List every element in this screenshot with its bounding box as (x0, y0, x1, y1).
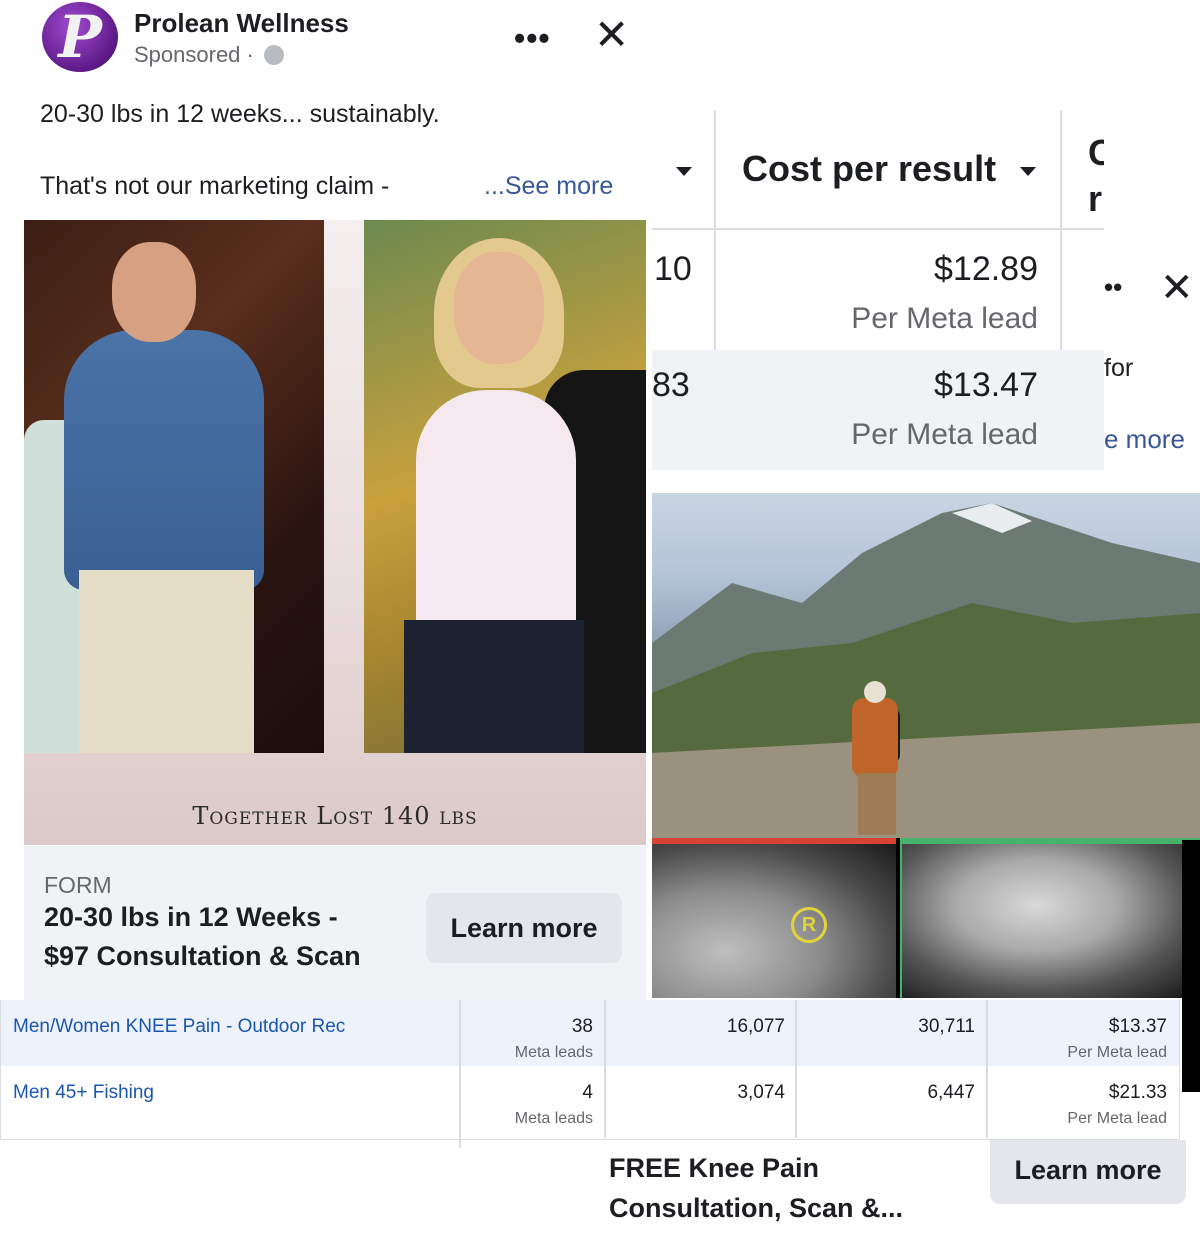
column-divider (986, 1000, 988, 1138)
photo-person (416, 390, 576, 650)
ad-sets-table: Men/Women KNEE Pain - Outdoor Rec 38 Met… (0, 1000, 1180, 1148)
after-photo (364, 220, 646, 753)
learn-more-button[interactable]: Learn more (426, 893, 622, 963)
sort-caret-icon[interactable] (1020, 167, 1036, 176)
ad-set-name-link[interactable]: Men 45+ Fishing (13, 1082, 154, 1104)
ad-set-name-link[interactable]: Men/Women KNEE Pain - Outdoor Rec (13, 1016, 345, 1038)
image-caption: Together Lost 140 lbs (192, 802, 478, 830)
cta-headline-line-1: FREE Knee Pain (609, 1153, 820, 1183)
column-divider (459, 1000, 461, 1148)
impressions-value: 30,711 (918, 1016, 975, 1037)
ad-body-fragment: for (1104, 354, 1134, 382)
results-unit: Meta leads (514, 1110, 593, 1127)
photo-person (404, 620, 584, 753)
cta-headline-line-2: $97 Consultation & Scan (44, 941, 361, 971)
photo-person (79, 570, 254, 753)
result-count-fragment: 10 (654, 250, 692, 288)
reach-value: 16,077 (726, 1016, 785, 1037)
ad-cta-bar: FORM 20-30 lbs in 12 Weeks - $97 Consult… (24, 846, 646, 1000)
cta-type-label: FORM (44, 872, 112, 898)
hiker (858, 773, 896, 835)
sponsored-label: Sponsored · (134, 42, 254, 67)
before-photo (24, 220, 324, 753)
photo-person (454, 252, 544, 364)
see-more-link[interactable]: ...See more (484, 172, 613, 201)
cost-unit: Per Meta lead (851, 418, 1038, 451)
cost-value: $12.89 (934, 250, 1038, 288)
page-name[interactable]: Prolean Wellness (134, 8, 349, 39)
mountain-hiker-image[interactable] (652, 493, 1200, 838)
partial-column-header: C (1088, 132, 1104, 173)
results-value: 4 (582, 1082, 593, 1103)
cost-per-result-table: Cost per result C r 10 $12.89 Per Meta l… (652, 110, 1104, 493)
table-row[interactable]: Men/Women KNEE Pain - Outdoor Rec 38 Met… (1, 1000, 1179, 1066)
impressions-value: 6,447 (927, 1082, 975, 1103)
page-avatar-letter: P (58, 3, 102, 71)
ad-image[interactable]: Together Lost 140 lbs (24, 220, 646, 845)
knee-ad-header-partial: •• ✕ for e more (1104, 244, 1200, 494)
ad-body-line-2: That's not our marketing claim - (40, 172, 390, 200)
partial-column-header: r (1088, 178, 1103, 219)
column-divider (604, 1000, 606, 1138)
table-row[interactable]: Men 45+ Fishing 4 Meta leads 3,074 6,447… (1, 1066, 1179, 1138)
table-row: 83 $13.47 Per Meta lead (652, 350, 1104, 470)
knee-xray-image[interactable]: R (652, 838, 1200, 998)
xray-after (900, 838, 1200, 998)
results-value: 38 (571, 1016, 593, 1037)
sort-caret-icon[interactable] (676, 167, 692, 176)
learn-more-button[interactable]: Learn more (990, 1140, 1186, 1204)
see-more-link[interactable]: e more (1104, 424, 1185, 455)
cta-headline-line-2: Consultation, Scan &... (609, 1193, 904, 1223)
image-edge (1182, 840, 1200, 1092)
ad-body-line-1: 20-30 lbs in 12 weeks... sustainably. (40, 100, 440, 128)
cost-per-result-unit: Per Meta lead (1067, 1044, 1167, 1061)
cost-per-result-value: $21.33 (1108, 1082, 1167, 1103)
mountain-landscape (652, 503, 1200, 838)
prolean-ad-card: P Prolean Wellness Sponsored · ••• ✕ 20-… (0, 0, 650, 1000)
more-options-icon[interactable]: •• (1104, 272, 1122, 303)
cost-value: $13.47 (934, 366, 1038, 404)
cost-per-result-unit: Per Meta lead (1067, 1110, 1167, 1127)
hiker (852, 698, 898, 778)
r-marker-icon: R (791, 907, 827, 943)
column-header-cost-per-result[interactable]: Cost per result (742, 148, 996, 190)
table-row: 10 $12.89 Per Meta lead (652, 232, 1104, 350)
table-header-row: Cost per result C r (652, 110, 1104, 230)
photo-person (64, 330, 264, 590)
globe-icon (264, 45, 284, 65)
photo-person (112, 242, 196, 342)
results-unit: Meta leads (514, 1044, 593, 1061)
reach-value: 3,074 (737, 1082, 785, 1103)
more-options-icon[interactable]: ••• (514, 20, 551, 57)
hiker (864, 681, 886, 703)
close-icon[interactable]: ✕ (594, 14, 629, 56)
cost-per-result-value: $13.37 (1108, 1016, 1167, 1037)
cost-unit: Per Meta lead (851, 302, 1038, 335)
cta-headline-line-1: 20-30 lbs in 12 Weeks - (44, 902, 338, 932)
close-icon[interactable]: ✕ (1160, 268, 1194, 308)
result-count-fragment: 83 (652, 366, 690, 404)
xray-before: R (652, 838, 896, 998)
cta-headline: FREE Knee Pain Consultation, Scan &... (609, 1148, 989, 1228)
column-divider (795, 1000, 797, 1138)
knee-ad-cta-bar: FREE Knee Pain Consultation, Scan &... L… (588, 1140, 1200, 1250)
